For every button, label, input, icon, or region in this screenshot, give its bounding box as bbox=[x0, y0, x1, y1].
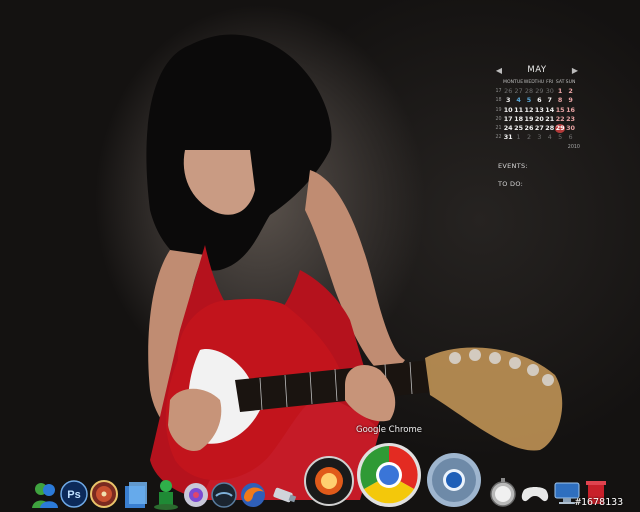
green-figure-icon[interactable] bbox=[152, 478, 180, 510]
calendar-header: ◀ MAY ▶ bbox=[494, 64, 580, 78]
weekday-label: SAT bbox=[555, 80, 565, 85]
calendar-day[interactable]: 25 bbox=[513, 124, 523, 133]
calendar-week-row: 20 17 18 19 20 21 22 23 bbox=[494, 115, 580, 124]
calendar-day[interactable]: 12 bbox=[524, 106, 534, 115]
calendar-day[interactable]: 26 bbox=[524, 124, 534, 133]
calendar-day[interactable]: 22 bbox=[555, 115, 565, 124]
calendar-day[interactable]: 17 bbox=[503, 115, 513, 124]
week-number: 22 bbox=[495, 135, 502, 141]
calendar-week-row: 22 31 1 2 3 4 5 6 bbox=[494, 133, 580, 142]
messenger-icon[interactable] bbox=[30, 480, 60, 510]
calendar-day[interactable]: 1 bbox=[555, 87, 565, 96]
calendar-day[interactable]: 27 bbox=[513, 87, 523, 96]
calendar-day[interactable]: 5 bbox=[555, 133, 565, 142]
calendar-week-row: 21 24 25 26 27 28 29 30 bbox=[494, 124, 580, 134]
calendar-day-today[interactable]: 29 bbox=[554, 124, 566, 134]
weekday-label: WED bbox=[523, 80, 535, 85]
calendar-day[interactable]: 26 bbox=[503, 87, 513, 96]
calendar-day[interactable]: 2 bbox=[565, 87, 575, 96]
chrome-icon[interactable] bbox=[356, 442, 422, 508]
events-label: EVENTS: bbox=[498, 162, 528, 170]
calendar-day[interactable]: 4 bbox=[513, 96, 523, 105]
calendar-day[interactable]: 3 bbox=[534, 133, 544, 142]
calendar-day[interactable]: 16 bbox=[565, 106, 575, 115]
watermark-text: #1678133 bbox=[575, 497, 624, 508]
calendar-day[interactable]: 18 bbox=[513, 115, 523, 124]
weekday-label: SUN bbox=[565, 80, 576, 85]
calendar-day[interactable]: 13 bbox=[534, 106, 544, 115]
weekday-label: THU bbox=[534, 80, 545, 85]
calendar-day[interactable]: 15 bbox=[555, 106, 565, 115]
calendar-day[interactable]: 28 bbox=[545, 124, 555, 133]
gamepad-icon[interactable] bbox=[520, 484, 550, 504]
file-manager-icon[interactable] bbox=[122, 480, 150, 510]
prev-month-arrow-icon[interactable]: ◀ bbox=[494, 66, 504, 75]
next-month-arrow-icon[interactable]: ▶ bbox=[570, 66, 580, 75]
week-number: 19 bbox=[495, 107, 502, 113]
photoshop-icon-text: Ps bbox=[67, 489, 80, 501]
calendar-day[interactable]: 31 bbox=[503, 133, 513, 142]
calendar-day[interactable]: 10 bbox=[503, 106, 513, 115]
firefox-icon[interactable] bbox=[240, 482, 266, 508]
calendar-month: MAY bbox=[527, 65, 547, 76]
calendar-day[interactable]: 29 bbox=[534, 87, 544, 96]
weekday-header-row: MON TUE WED THU FRI SAT SUN bbox=[494, 78, 580, 87]
calendar-day[interactable]: 6 bbox=[534, 96, 544, 105]
fire-orb-icon[interactable] bbox=[304, 456, 354, 506]
calendar-day[interactable]: 20 bbox=[534, 115, 544, 124]
calendar-day[interactable]: 5 bbox=[524, 96, 534, 105]
dock-hover-label: Google Chrome bbox=[356, 425, 423, 435]
calendar-day[interactable]: 7 bbox=[545, 96, 555, 105]
calendar-day[interactable]: 30 bbox=[545, 87, 555, 96]
calendar-day[interactable]: 2 bbox=[524, 133, 534, 142]
weekday-label: TUE bbox=[514, 80, 524, 85]
calendar-year: 2010 bbox=[567, 145, 580, 151]
calendar-week-row: 17 26 27 28 29 30 1 2 bbox=[494, 87, 580, 96]
weekday-label: FRI bbox=[546, 80, 554, 85]
cd-burner-icon[interactable] bbox=[90, 480, 118, 508]
week-number: 17 bbox=[495, 89, 502, 95]
calendar-day[interactable]: 9 bbox=[565, 96, 575, 105]
calendar-day[interactable]: 28 bbox=[524, 87, 534, 96]
dock-bar: Ps bbox=[0, 440, 640, 512]
todo-label: TO DO: bbox=[498, 180, 524, 188]
calendar-day[interactable]: 14 bbox=[545, 106, 555, 115]
calendar-day[interactable]: 30 bbox=[565, 124, 575, 133]
calendar-day[interactable]: 1 bbox=[513, 133, 523, 142]
calendar-day[interactable]: 3 bbox=[503, 96, 513, 105]
calendar-week-row: 19 10 11 12 13 14 15 16 bbox=[494, 106, 580, 115]
week-number: 18 bbox=[495, 98, 502, 104]
weekday-label: MON bbox=[503, 80, 515, 85]
calendar-day[interactable]: 11 bbox=[513, 106, 523, 115]
calendar-day[interactable]: 21 bbox=[545, 115, 555, 124]
clock-icon[interactable] bbox=[488, 476, 518, 508]
calendar-widget: ◀ MAY ▶ MON TUE WED THU FRI SAT SUN 17 2… bbox=[494, 64, 580, 153]
usb-drive-icon[interactable] bbox=[270, 484, 298, 506]
calendar-day[interactable]: 4 bbox=[545, 133, 555, 142]
calendar-day[interactable]: 8 bbox=[555, 96, 565, 105]
calendar-day[interactable]: 23 bbox=[565, 115, 575, 124]
calendar-day[interactable]: 27 bbox=[534, 124, 544, 133]
calendar-week-row: 18 3 4 5 6 7 8 9 bbox=[494, 96, 580, 105]
dark-orb-icon[interactable] bbox=[211, 482, 237, 508]
photoshop-icon[interactable]: Ps bbox=[60, 480, 88, 508]
chrome-dark-icon[interactable] bbox=[426, 452, 482, 508]
week-number: 21 bbox=[495, 126, 502, 132]
calendar-day[interactable]: 19 bbox=[524, 115, 534, 124]
calendar-day[interactable]: 24 bbox=[503, 124, 513, 133]
calendar-day[interactable]: 6 bbox=[565, 133, 575, 142]
week-number: 20 bbox=[495, 116, 502, 122]
media-player-icon[interactable] bbox=[183, 482, 209, 508]
